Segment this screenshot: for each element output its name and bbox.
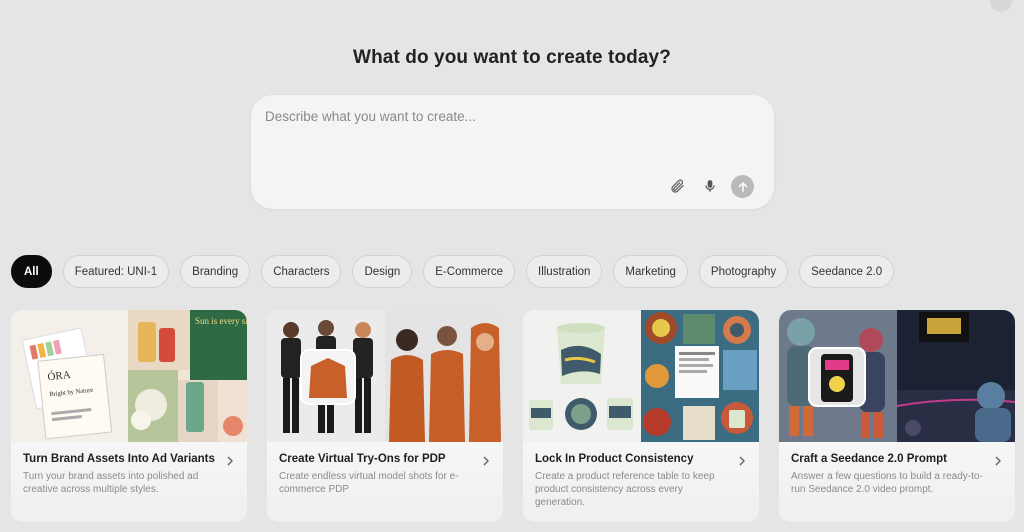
card-body: Create Virtual Try-Ons for PDP Create en… [267, 442, 503, 522]
card-title: Lock In Product Consistency [535, 453, 694, 465]
card-description: Create endless virtual model shots for e… [279, 471, 459, 495]
filter-chip-design[interactable]: Design [352, 255, 413, 288]
template-card-virtual-tryons[interactable]: Create Virtual Try-Ons for PDP Create en… [267, 310, 503, 522]
template-card-product-consistency[interactable]: Lock In Product Consistency Create a pro… [523, 310, 759, 522]
arrow-up-icon [738, 181, 747, 192]
card-description: Answer a few questions to build a ready-… [791, 471, 983, 495]
card-title: Craft a Seedance 2.0 Prompt [791, 453, 947, 465]
prompt-box [251, 95, 774, 209]
card-body: Turn Brand Assets Into Ad Variants Turn … [11, 442, 247, 522]
card-body: Craft a Seedance 2.0 Prompt Answer a few… [779, 442, 1015, 522]
filter-chip-photography[interactable]: Photography [698, 255, 789, 288]
card-description: Create a product reference table to keep… [535, 471, 715, 508]
filter-chip-all[interactable]: All [11, 255, 52, 288]
filter-chip-illustration[interactable]: Illustration [526, 255, 603, 288]
microphone-icon[interactable] [700, 176, 720, 196]
filter-chip-featured[interactable]: Featured: UNI-1 [62, 255, 170, 288]
filter-chip-marketing[interactable]: Marketing [613, 255, 688, 288]
card-title: Create Virtual Try-Ons for PDP [279, 453, 446, 465]
chevron-right-icon [227, 456, 233, 466]
paperclip-icon[interactable] [667, 176, 687, 196]
card-body: Lock In Product Consistency Create a pro… [523, 442, 759, 522]
template-card-seedance-prompt[interactable]: Craft a Seedance 2.0 Prompt Answer a few… [779, 310, 1015, 522]
brand-logo-text: ÓRA [47, 369, 71, 383]
virtual-tryon-image [267, 310, 503, 442]
filter-chip-ecommerce[interactable]: E-Commerce [423, 255, 515, 288]
chevron-right-icon [739, 456, 745, 466]
filter-chip-characters[interactable]: Characters [261, 255, 342, 288]
category-filters: All Featured: UNI-1 Branding Characters … [11, 255, 895, 288]
filter-chip-seedance[interactable]: Seedance 2.0 [799, 255, 895, 288]
card-description: Turn your brand assets into polished ad … [23, 471, 199, 495]
send-button[interactable] [731, 175, 754, 198]
template-card-brand-assets[interactable]: ÓRA Bright by Nature Sun is every sip. [11, 310, 247, 522]
brand-assets-image: ÓRA Bright by Nature Sun is every sip. [11, 310, 247, 442]
create-page: What do you want to create today? All Fe… [0, 0, 1024, 532]
page-title: What do you want to create today? [353, 47, 671, 68]
filter-chip-branding[interactable]: Branding [180, 255, 251, 288]
prompt-input[interactable] [265, 109, 755, 169]
chevron-right-icon [995, 456, 1001, 466]
card-title: Turn Brand Assets Into Ad Variants [23, 453, 215, 465]
product-consistency-image [523, 310, 759, 442]
poster-text: Sun is every sip. [195, 316, 247, 326]
template-cards: ÓRA Bright by Nature Sun is every sip. [11, 310, 1015, 522]
avatar[interactable] [990, 0, 1012, 12]
chevron-right-icon [483, 456, 489, 466]
seedance-prompt-image [779, 310, 1015, 442]
